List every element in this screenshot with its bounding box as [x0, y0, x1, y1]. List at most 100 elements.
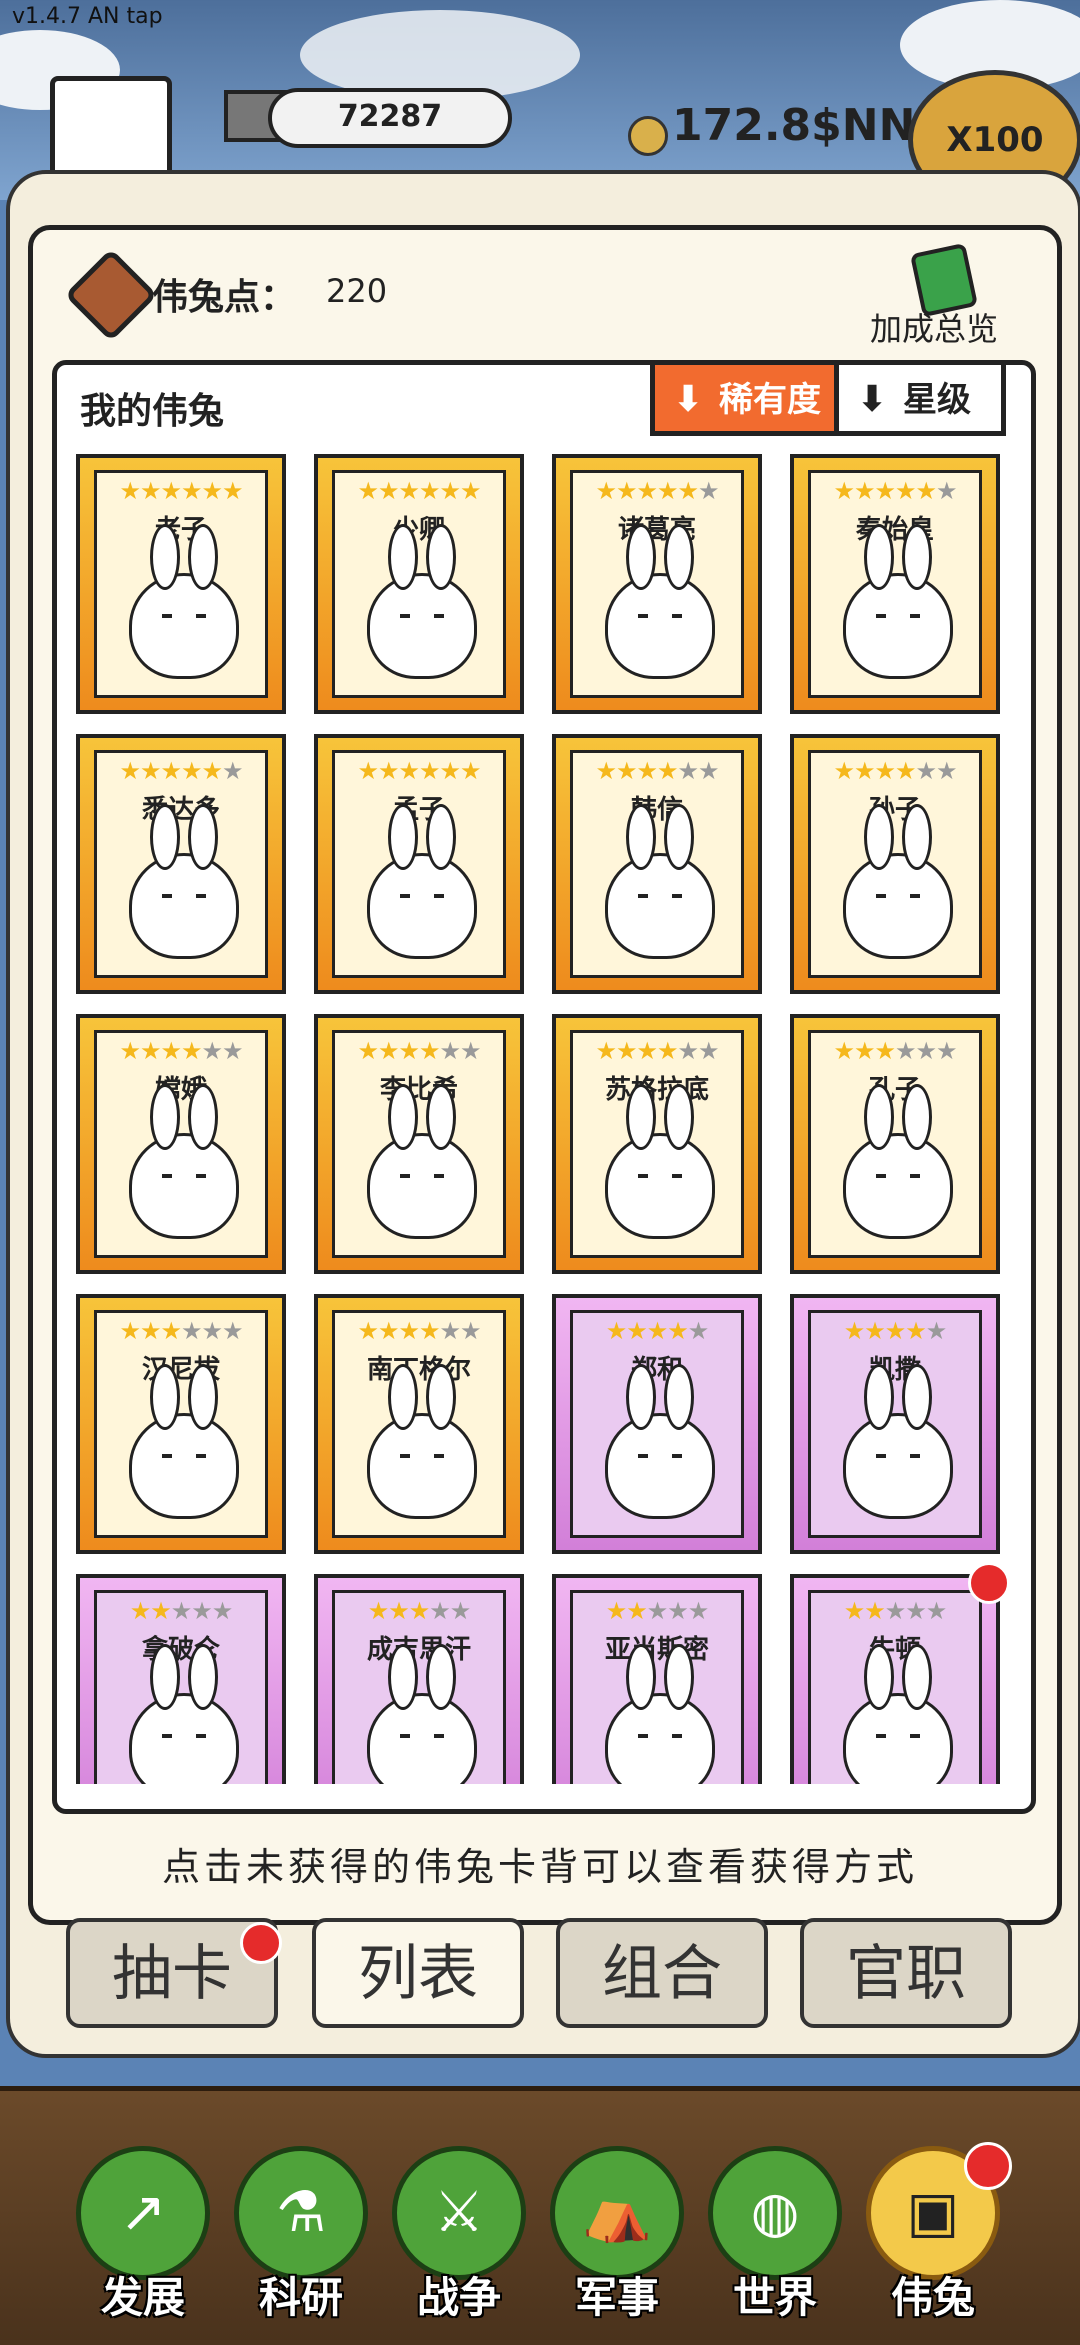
nav-label: 世界 [732, 2273, 817, 2322]
star-icon: ★ [677, 477, 699, 505]
eye [162, 1174, 172, 1178]
eye [162, 1454, 172, 1458]
star-icon: ★ [646, 1317, 668, 1345]
card-name: 拿破仑 [141, 1635, 220, 1665]
rabbit-card[interactable]: ★★★★★ 拿破仑 [76, 1574, 286, 1784]
card-name: 苏格拉底 [604, 1075, 709, 1105]
rabbit-card[interactable]: ★★★★★★ 孙子 [790, 734, 1000, 994]
star-icon: ★ [657, 757, 678, 785]
card-name: 少卿 [392, 515, 445, 545]
nav-circle: ⛺ [550, 2146, 684, 2280]
rabbit-card[interactable]: ★★★★★★ 悉达多 [76, 734, 286, 994]
star-rating: ★★★★★★ [103, 757, 259, 787]
rabbit-card[interactable]: ★★★★★★ 孟子 [314, 734, 524, 994]
star-icon: ★ [615, 477, 637, 505]
rabbit-card[interactable]: ★★★★★ 牛顿 [790, 1574, 1000, 1784]
star-icon: ★ [460, 1037, 481, 1065]
star-icon: ★ [181, 1037, 202, 1065]
nav-war[interactable]: ⚔ 战争 [392, 2146, 526, 2322]
rabbit-card[interactable]: ★★★★★★ 诸葛亮 [552, 454, 762, 714]
card-name: 孙子 [868, 795, 921, 825]
tab-combination[interactable]: 组合 [556, 1918, 768, 2028]
rabbit-card[interactable]: ★★★★★ 亚当斯密 [552, 1574, 762, 1784]
rabbit-points-label: 伟兔点： [152, 277, 297, 318]
star-icon: ★ [439, 477, 461, 505]
rabbit-card[interactable]: ★★★★★★ 孔子 [790, 1014, 1000, 1274]
rabbit-card[interactable]: ★★★★★★ 老子 [76, 454, 286, 714]
star-rating: ★★★★★★ [103, 1317, 259, 1347]
star-icon: ★ [615, 757, 637, 785]
eye [638, 894, 648, 898]
rabbit-card[interactable]: ★★★★★★ 南丁格尔 [314, 1294, 524, 1554]
hint-text: 点击未获得的伟兔卡背可以查看获得方式 [161, 1845, 918, 1889]
card-name: 亚当斯密 [604, 1635, 709, 1665]
rabbit-portrait [843, 804, 953, 959]
nav-circle: ↗ [76, 2146, 210, 2280]
rabbit-card[interactable]: ★★★★★★ 少卿 [314, 454, 524, 714]
star-rating: ★★★★★★ [817, 757, 973, 787]
coin-icon [628, 116, 668, 156]
gold-counter: 172.8$NN [672, 100, 916, 151]
star-icon: ★ [419, 477, 440, 505]
card-name: 秦始皇 [855, 515, 934, 545]
star-icon: ★ [398, 1317, 419, 1345]
star-icon: ★ [439, 757, 461, 785]
eye [876, 1734, 886, 1738]
card-name: 诸葛亮 [617, 515, 696, 545]
sort-by-rarity-button[interactable]: ⬇ 稀有度 [650, 360, 840, 436]
star-icon: ★ [160, 1037, 181, 1065]
star-icon: ★ [925, 1597, 947, 1625]
eye [910, 894, 920, 898]
star-rating: ★★★★★ [103, 1597, 259, 1627]
star-icon: ★ [439, 1317, 461, 1345]
star-rating: ★★★★★★ [103, 1037, 259, 1067]
nav-world[interactable]: ◍ 世界 [708, 2146, 842, 2322]
star-icon: ★ [626, 1597, 647, 1625]
rabbit-card[interactable]: ★★★★★★ 韩信 [552, 734, 762, 994]
nav-label: 发展 [100, 2273, 185, 2322]
rabbit-card[interactable]: ★★★★★ 郑和 [552, 1294, 762, 1554]
star-icon: ★ [605, 1597, 627, 1625]
bonus-overview-button[interactable]: 加成总览 [870, 304, 998, 350]
star-icon: ★ [377, 1037, 399, 1065]
nav-military[interactable]: ⛺ 军事 [550, 2146, 684, 2322]
swords-icon: ⚔ [433, 2180, 485, 2245]
eye [400, 1174, 410, 1178]
card-inner: ★★★★★★ 孔子 [808, 1030, 982, 1258]
eye [672, 614, 682, 618]
star-icon: ★ [388, 1597, 409, 1625]
star-rating: ★★★★★ [817, 1597, 973, 1627]
rabbit-card[interactable]: ★★★★★★ 秦始皇 [790, 454, 1000, 714]
nav-develop[interactable]: ↗ 发展 [76, 2146, 210, 2322]
eye [400, 894, 410, 898]
star-icon: ★ [677, 1037, 699, 1065]
rabbit-card[interactable]: ★★★★★★ 李比希 [314, 1014, 524, 1274]
rabbit-card[interactable]: ★★★★★ 凯撒 [790, 1294, 1000, 1554]
nav-research[interactable]: ⚗ 科研 [234, 2146, 368, 2322]
card-name: 李比希 [379, 1075, 458, 1105]
rabbit-card[interactable]: ★★★★★★ 苏格拉底 [552, 1014, 762, 1274]
star-icon: ★ [119, 477, 140, 505]
star-icon: ★ [667, 1317, 688, 1345]
rabbit-card[interactable]: ★★★★★ 成吉思汗 [314, 1574, 524, 1784]
star-icon: ★ [864, 1597, 885, 1625]
star-icon: ★ [698, 1037, 719, 1065]
star-icon: ★ [201, 1037, 223, 1065]
rabbit-portrait [605, 1084, 715, 1239]
rabbit-card[interactable]: ★★★★★★ 嫦娥 [76, 1014, 286, 1274]
eye [400, 614, 410, 618]
eye [876, 1454, 886, 1458]
card-inner: ★★★★★ 凯撒 [808, 1310, 982, 1538]
eye [672, 1734, 682, 1738]
card-name: 孟子 [392, 795, 445, 825]
star-icon: ★ [129, 1597, 151, 1625]
sort-by-star-button[interactable]: ⬇ 星级 [834, 360, 1006, 436]
tab-official-post[interactable]: 官职 [800, 1918, 1012, 2028]
rabbit-card[interactable]: ★★★★★★ 汉尼拔 [76, 1294, 286, 1554]
tab-list[interactable]: 列表 [312, 1918, 524, 2028]
rabbit-portrait [129, 804, 239, 959]
rabbit-portrait [367, 1084, 477, 1239]
star-icon: ★ [398, 1037, 419, 1065]
rabbit-points-value: 220 [326, 272, 388, 310]
star-icon: ★ [139, 1317, 161, 1345]
